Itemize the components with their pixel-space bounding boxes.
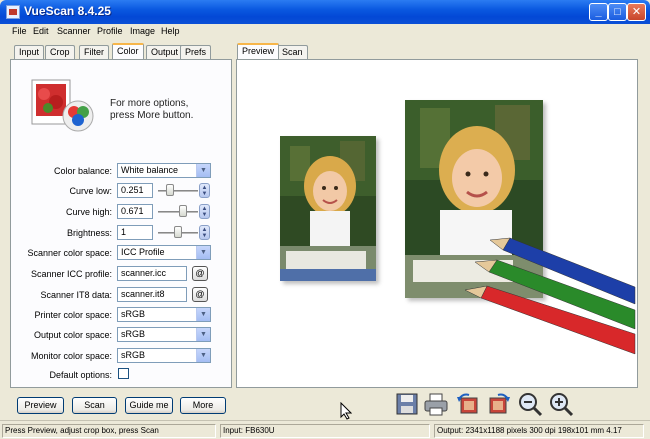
scanner-color-space-select[interactable]: ICC Profile ▼	[117, 245, 211, 260]
monitor-color-space-select[interactable]: sRGB ▼	[117, 348, 211, 363]
curve-high-slider[interactable]	[158, 204, 198, 219]
print-icon[interactable]	[423, 391, 449, 417]
menu-profile[interactable]: Profile	[97, 26, 123, 36]
scanner-color-space-label: Scanner color space:	[27, 248, 112, 258]
mouse-cursor-icon	[340, 402, 352, 420]
vuescan-window: VueScan 8.4.25 _ □ ✕ File Edit Scanner P…	[0, 0, 650, 439]
chevron-down-icon: ▼	[196, 164, 210, 177]
tab-prefs[interactable]: Prefs	[180, 45, 212, 59]
maximize-button[interactable]: □	[608, 3, 627, 21]
printer-color-space-select[interactable]: sRGB ▼	[117, 307, 211, 322]
tab-scan[interactable]: Scan	[277, 45, 308, 59]
curve-low-spinner[interactable]: ▲ ▼	[199, 183, 210, 198]
status-bar: Press Preview, adjust crop box, press Sc…	[0, 420, 650, 439]
default-options-label: Default options:	[49, 370, 112, 380]
menu-scanner[interactable]: Scanner	[57, 26, 91, 36]
zoom-in-icon[interactable]	[548, 391, 574, 417]
chevron-down-icon: ▼	[196, 349, 210, 362]
vuescan-color-logo-icon	[31, 79, 94, 132]
default-options-checkbox[interactable]	[118, 368, 129, 379]
slider-thumb[interactable]	[179, 205, 187, 217]
slider-thumb[interactable]	[174, 226, 182, 238]
output-color-space-select[interactable]: sRGB ▼	[117, 327, 211, 342]
window-title: VueScan 8.4.25	[24, 4, 111, 18]
chevron-down-icon: ▼	[196, 328, 210, 341]
save-icon[interactable]	[394, 391, 420, 417]
rotate-left-icon[interactable]	[455, 391, 481, 417]
tab-crop[interactable]: Crop	[45, 45, 75, 59]
slider-track	[158, 211, 198, 213]
curve-high-label: Curve high:	[65, 207, 112, 217]
hint-line-1: For more options,	[110, 98, 189, 109]
brightness-label: Brightness:	[66, 228, 112, 238]
printer-color-space-value: sRGB	[121, 309, 146, 319]
scanner-it8-data-label: Scanner IT8 data:	[40, 290, 112, 300]
curve-low-label: Curve low:	[69, 186, 112, 196]
hint-line-2: press More button.	[110, 110, 194, 121]
curve-low-slider[interactable]	[158, 183, 198, 198]
preview-image-small[interactable]	[280, 136, 376, 281]
browse-icc-profile-button[interactable]: @	[192, 266, 208, 281]
tab-output[interactable]: Output	[146, 45, 184, 59]
tab-input[interactable]: Input	[14, 45, 45, 59]
guide-me-button[interactable]: Guide me	[125, 397, 173, 414]
tab-filter[interactable]: Filter	[79, 45, 109, 59]
curve-high-spinner[interactable]: ▲ ▼	[199, 204, 210, 219]
minimize-button[interactable]: _	[589, 3, 608, 21]
vuescan-app-icon	[6, 5, 20, 19]
chevron-down-icon: ▼	[196, 308, 210, 321]
browse-it8-data-button[interactable]: @	[192, 287, 208, 302]
color-balance-select[interactable]: White balance ▼	[117, 163, 211, 178]
more-options-hint: For more options, press More button.	[110, 98, 193, 122]
output-color-space-label: Output color space:	[33, 330, 112, 340]
brightness-spinner[interactable]: ▲ ▼	[199, 225, 210, 240]
chevron-down-icon: ▼	[196, 246, 210, 259]
curve-high-input[interactable]: 0.671	[117, 204, 153, 219]
monitor-color-space-label: Monitor color space:	[30, 351, 112, 361]
status-output-info: Output: 2341x1188 pixels 300 dpi 198x101…	[434, 424, 644, 438]
slider-thumb[interactable]	[166, 184, 174, 196]
tab-preview[interactable]: Preview	[237, 43, 280, 59]
title-bar[interactable]: VueScan 8.4.25 _ □ ✕	[0, 0, 650, 24]
scanner-icc-profile-input[interactable]: scanner.icc	[117, 266, 187, 281]
menu-help[interactable]: Help	[161, 26, 180, 36]
brightness-input[interactable]: 1	[117, 225, 153, 240]
status-input-device: Input: FB630U	[220, 424, 430, 438]
printer-color-space-label: Printer color space:	[34, 310, 112, 320]
tab-color[interactable]: Color	[112, 43, 144, 59]
menu-bar: File Edit Scanner Profile Image Help	[0, 24, 650, 40]
zoom-out-icon[interactable]	[517, 391, 543, 417]
color-pencils-image	[464, 237, 636, 355]
scanner-color-space-value: ICC Profile	[121, 247, 165, 257]
curve-low-input[interactable]: 0.251	[117, 183, 153, 198]
status-hint: Press Preview, adjust crop box, press Sc…	[2, 424, 216, 438]
scanner-it8-data-input[interactable]: scanner.it8	[117, 287, 187, 302]
menu-image[interactable]: Image	[130, 26, 155, 36]
scan-button[interactable]: Scan	[72, 397, 117, 414]
rotate-right-icon[interactable]	[486, 391, 512, 417]
slider-track	[158, 190, 198, 192]
color-balance-value: White balance	[121, 165, 179, 175]
scanner-icc-profile-label: Scanner ICC profile:	[30, 269, 112, 279]
preview-button[interactable]: Preview	[17, 397, 64, 414]
close-button[interactable]: ✕	[627, 3, 646, 21]
monitor-color-space-value: sRGB	[121, 350, 146, 360]
color-balance-label: Color balance:	[53, 166, 112, 176]
brightness-slider[interactable]	[158, 225, 198, 240]
more-button[interactable]: More	[180, 397, 226, 414]
menu-file[interactable]: File	[12, 26, 27, 36]
output-color-space-value: sRGB	[121, 329, 146, 339]
menu-edit[interactable]: Edit	[33, 26, 49, 36]
